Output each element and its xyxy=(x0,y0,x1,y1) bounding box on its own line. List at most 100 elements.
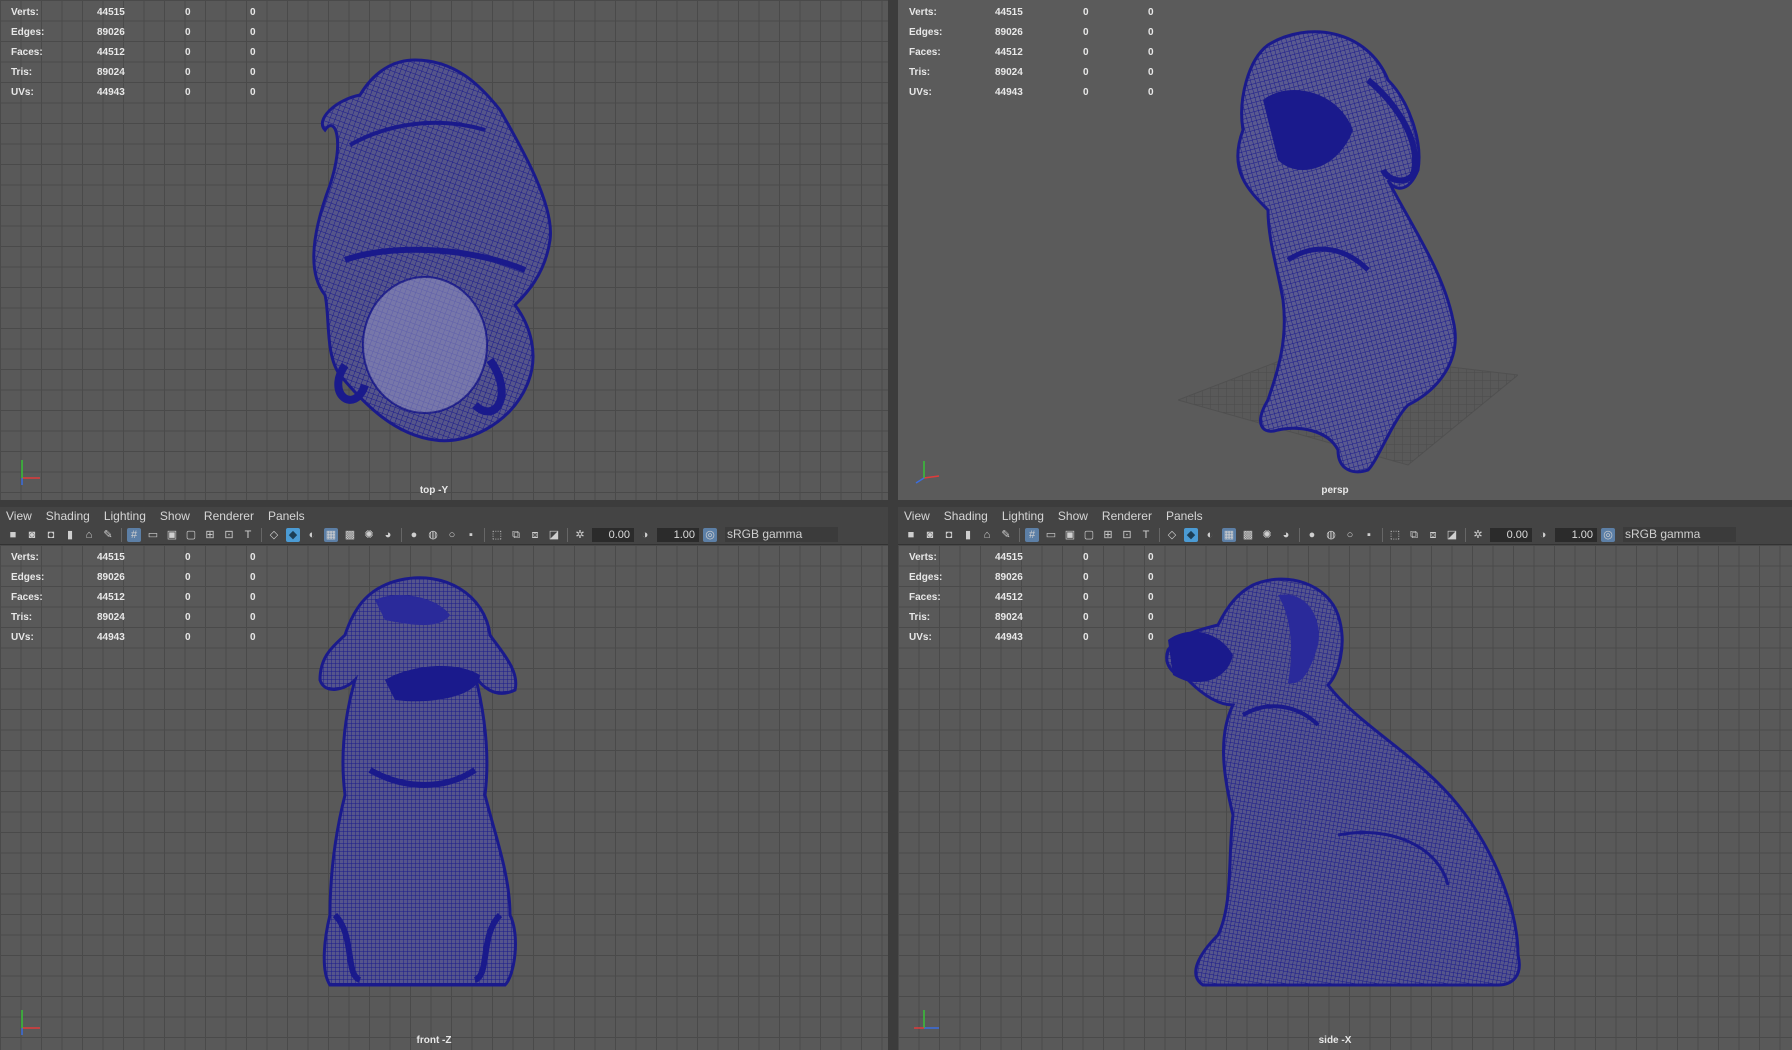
wireframe-on-shaded-icon[interactable]: ▦ xyxy=(1222,527,1236,542)
isolate-select-icon[interactable]: ⬚ xyxy=(1388,528,1402,542)
gate-mask-icon[interactable]: ▢ xyxy=(184,528,198,542)
wireframe-icon[interactable]: ◇ xyxy=(267,528,281,542)
anti-aliasing-icon[interactable]: ○ xyxy=(1343,528,1357,542)
hud-value: 44512 xyxy=(995,591,1023,603)
menu-show[interactable]: Show xyxy=(1058,509,1088,523)
menu-view[interactable]: View xyxy=(904,509,930,523)
panel-splitter-horizontal[interactable] xyxy=(0,500,1792,507)
wireframe-icon[interactable]: ◇ xyxy=(1165,528,1179,542)
separator xyxy=(121,527,122,542)
viewport-persp[interactable]: Verts: 44515 0 0 Edges: 89026 0 0 Faces: 44512 0… xyxy=(898,0,1792,500)
dog-mesh-top[interactable] xyxy=(305,55,555,450)
select-camera-icon[interactable]: ■ xyxy=(904,528,918,542)
select-camera-icon[interactable]: ■ xyxy=(6,528,20,542)
camera-lock-icon[interactable]: ◘ xyxy=(44,528,58,542)
gamma-field[interactable]: 1.00 xyxy=(657,527,699,542)
viewport-side[interactable]: View Shading Lighting Show Renderer Pane… xyxy=(898,507,1792,1050)
xray-icon[interactable]: ⧉ xyxy=(509,528,523,542)
dog-mesh-persp[interactable] xyxy=(1178,20,1518,480)
menu-panels[interactable]: Panels xyxy=(1166,509,1203,523)
image-plane-icon[interactable]: ⌂ xyxy=(82,528,96,542)
menu-shading[interactable]: Shading xyxy=(944,509,988,523)
menu-show[interactable]: Show xyxy=(160,509,190,523)
viewport-front[interactable]: View Shading Lighting Show Renderer Pane… xyxy=(0,507,888,1050)
color-mgmt-icon[interactable]: ◎ xyxy=(703,527,717,542)
camera-attributes-icon[interactable]: ◙ xyxy=(25,528,39,542)
depth-of-field-icon[interactable]: ▪ xyxy=(464,528,478,542)
dog-mesh-side[interactable] xyxy=(1158,575,1533,995)
separator xyxy=(401,527,402,542)
xray-icon[interactable]: ⧉ xyxy=(1407,528,1421,542)
camera-attributes-icon[interactable]: ◙ xyxy=(923,528,937,542)
exposure-field[interactable]: 0.00 xyxy=(592,527,634,542)
xray-active-components-icon[interactable]: ⧈ xyxy=(528,528,542,542)
menu-lighting[interactable]: Lighting xyxy=(1002,509,1044,523)
image-plane-icon[interactable]: ⌂ xyxy=(980,528,994,542)
grid-icon[interactable]: # xyxy=(127,527,141,542)
smooth-shade-icon[interactable]: ◆ xyxy=(1184,527,1198,542)
motion-blur-icon[interactable]: ◍ xyxy=(426,528,440,542)
field-chart-icon[interactable]: ⊞ xyxy=(203,528,217,542)
isolate-select-icon[interactable]: ⬚ xyxy=(490,528,504,542)
viewport-front-canvas[interactable]: Verts: 44515 0 0 Edges: 89026 0 0 Faces: 44512 0… xyxy=(0,545,888,1050)
camera-lock-icon[interactable]: ◘ xyxy=(942,528,956,542)
xray-joints-icon[interactable]: ◪ xyxy=(1445,528,1459,542)
menu-renderer[interactable]: Renderer xyxy=(1102,509,1152,523)
exposure-icon[interactable]: ✲ xyxy=(573,528,587,542)
menu-view[interactable]: View xyxy=(6,509,32,523)
menu-renderer[interactable]: Renderer xyxy=(204,509,254,523)
bookmark-icon[interactable]: ▮ xyxy=(63,528,77,542)
safe-action-icon[interactable]: ⊡ xyxy=(222,528,236,542)
hud-value: 0 xyxy=(185,26,191,38)
field-chart-icon[interactable]: ⊞ xyxy=(1101,528,1115,542)
grease-pencil-icon[interactable]: ✎ xyxy=(101,528,115,542)
exposure-field[interactable]: 0.00 xyxy=(1490,527,1532,542)
camera-label: front -Z xyxy=(416,1035,452,1046)
menu-panels[interactable]: Panels xyxy=(268,509,305,523)
menu-lighting[interactable]: Lighting xyxy=(104,509,146,523)
shadows-icon[interactable]: ◕ xyxy=(381,528,395,542)
textured-icon[interactable]: ▩ xyxy=(1241,528,1255,542)
shadows-icon[interactable]: ◕ xyxy=(1279,528,1293,542)
xray-joints-icon[interactable]: ◪ xyxy=(547,528,561,542)
color-mgmt-icon[interactable]: ◎ xyxy=(1601,527,1615,542)
depth-of-field-icon[interactable]: ▪ xyxy=(1362,528,1376,542)
gate-mask-icon[interactable]: ▢ xyxy=(1082,528,1096,542)
film-gate-icon[interactable]: ▭ xyxy=(1044,528,1058,542)
viewport-persp-canvas[interactable]: Verts: 44515 0 0 Edges: 89026 0 0 Faces: 44512 0… xyxy=(898,0,1792,500)
film-gate-icon[interactable]: ▭ xyxy=(146,528,160,542)
exposure-icon[interactable]: ✲ xyxy=(1471,528,1485,542)
menu-shading[interactable]: Shading xyxy=(46,509,90,523)
gamma-icon[interactable]: ◑ xyxy=(638,528,652,542)
viewport-top-canvas[interactable]: Verts: 44515 0 0 Edges: 89026 0 0 Faces: 44512 0… xyxy=(0,0,888,500)
gamma-field[interactable]: 1.00 xyxy=(1555,527,1597,542)
anti-aliasing-icon[interactable]: ○ xyxy=(445,528,459,542)
xray-active-components-icon[interactable]: ⧈ xyxy=(1426,528,1440,542)
color-space-dropdown[interactable]: sRGB gamma xyxy=(1623,527,1737,542)
panel-splitter-vertical[interactable] xyxy=(888,0,898,1050)
lights-icon[interactable]: ✺ xyxy=(362,528,376,542)
color-space-dropdown[interactable]: sRGB gamma xyxy=(725,527,839,542)
bookmark-icon[interactable]: ▮ xyxy=(961,528,975,542)
smooth-shade-icon[interactable]: ◆ xyxy=(286,527,300,542)
safe-title-icon[interactable]: T xyxy=(1139,528,1153,542)
grid-icon[interactable]: # xyxy=(1025,527,1039,542)
default-material-icon[interactable]: ◐ xyxy=(305,528,319,542)
default-material-icon[interactable]: ◐ xyxy=(1203,528,1217,542)
resolution-gate-icon[interactable]: ▣ xyxy=(1063,528,1077,542)
grease-pencil-icon[interactable]: ✎ xyxy=(999,528,1013,542)
screen-space-ao-icon[interactable]: ● xyxy=(1305,528,1319,542)
motion-blur-icon[interactable]: ◍ xyxy=(1324,528,1338,542)
lights-icon[interactable]: ✺ xyxy=(1260,528,1274,542)
viewport-top[interactable]: Verts: 44515 0 0 Edges: 89026 0 0 Faces: 44512 0… xyxy=(0,0,888,500)
screen-space-ao-icon[interactable]: ● xyxy=(407,528,421,542)
safe-action-icon[interactable]: ⊡ xyxy=(1120,528,1134,542)
gamma-icon[interactable]: ◑ xyxy=(1536,528,1550,542)
safe-title-icon[interactable]: T xyxy=(241,528,255,542)
dog-mesh-front[interactable] xyxy=(315,575,550,995)
resolution-gate-icon[interactable]: ▣ xyxy=(165,528,179,542)
viewport-side-canvas[interactable]: Verts: 44515 0 0 Edges: 89026 0 0 Faces: 44512 0… xyxy=(898,545,1792,1050)
hud-value: 0 xyxy=(250,86,256,98)
textured-icon[interactable]: ▩ xyxy=(343,528,357,542)
wireframe-on-shaded-icon[interactable]: ▦ xyxy=(324,527,338,542)
